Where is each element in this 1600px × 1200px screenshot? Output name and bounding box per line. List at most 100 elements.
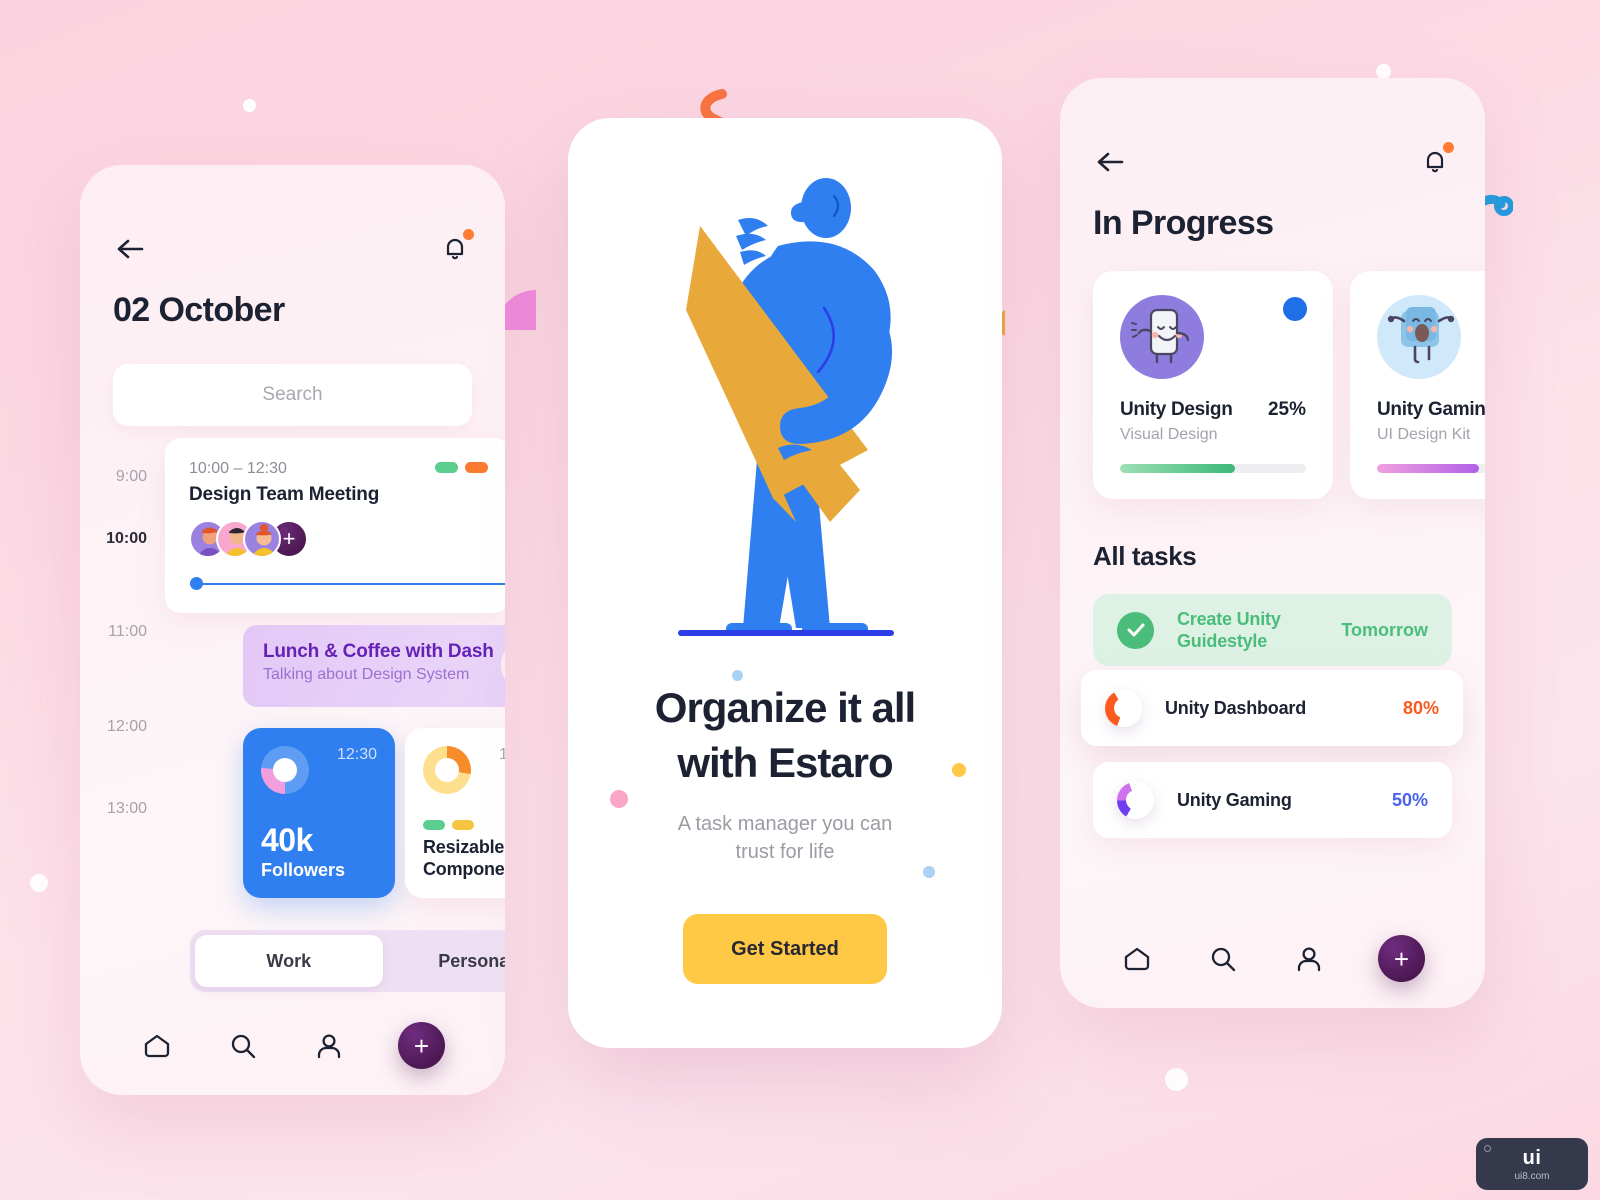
task-label: Unity Dashboard xyxy=(1165,697,1307,718)
search-input[interactable]: Search xyxy=(113,364,472,426)
bell-icon xyxy=(1426,151,1444,173)
donut-chart xyxy=(423,746,471,794)
segment-work[interactable]: Work xyxy=(195,935,383,987)
progress-bar-fill xyxy=(1120,464,1236,473)
lunch-subtitle: Talking about Design System xyxy=(263,666,470,683)
bg-dot xyxy=(1165,1068,1188,1091)
home-icon xyxy=(1124,947,1150,970)
decorative-dot xyxy=(952,763,966,777)
timeline-label-current: 10:00 xyxy=(106,530,147,547)
progress-card[interactable]: Unity Design 25% Visual Design xyxy=(1093,271,1333,499)
watermark-logo: ui xyxy=(1522,1146,1542,1169)
search-placeholder: Search xyxy=(262,384,323,405)
add-button[interactable]: + xyxy=(1378,935,1425,982)
subtitle-line2: trust for life xyxy=(735,841,835,864)
tab-home[interactable] xyxy=(140,1029,174,1063)
page-title: 02 October xyxy=(113,291,285,329)
tag-yellow xyxy=(452,820,474,830)
task-row[interactable]: Create Unity Guidestyle Tomorrow xyxy=(1093,594,1452,666)
watermark: ui ui8.com xyxy=(1476,1138,1588,1190)
notification-badge xyxy=(1443,142,1454,153)
segment-personal[interactable]: Personal xyxy=(383,935,505,987)
donut-chart xyxy=(1117,781,1154,819)
task-row[interactable]: Unity Gaming 50% xyxy=(1093,762,1452,838)
subtitle-line1: A task manager you can xyxy=(677,813,893,836)
tab-profile[interactable] xyxy=(1292,942,1326,976)
segmented-control[interactable]: Work Personal xyxy=(190,930,505,992)
timeline-label: 13:00 xyxy=(106,800,147,817)
timeline-label: 9:00 xyxy=(115,468,147,485)
singing-square-character-icon xyxy=(1377,295,1461,379)
lunch-title: Lunch & Coffee with Dash xyxy=(263,641,494,662)
progress-card[interactable]: Unity Gaming UI Design Kit xyxy=(1350,271,1485,499)
add-button-label: + xyxy=(1393,943,1410,974)
decorative-dot xyxy=(923,866,935,878)
progress-card-name: Unity Design xyxy=(1120,399,1233,420)
tab-profile[interactable] xyxy=(312,1029,346,1063)
phone3-header xyxy=(1060,134,1485,190)
stat-card-time: 12:30 xyxy=(336,746,377,763)
bell-icon xyxy=(446,238,464,260)
tab-search[interactable] xyxy=(226,1029,260,1063)
progress-bar xyxy=(1377,464,1485,473)
progress-card-percent: 25% xyxy=(1267,399,1306,420)
task-row[interactable]: Unity Dashboard 80% xyxy=(1081,670,1463,746)
task-meta: 50% xyxy=(1391,789,1428,810)
stat-label: Followers xyxy=(261,860,346,880)
decorative-dot xyxy=(610,790,628,808)
phone1-header xyxy=(80,221,505,277)
tab-home[interactable] xyxy=(1120,942,1154,976)
stat-value: 40k xyxy=(261,822,313,858)
notification-badge xyxy=(463,229,474,240)
bg-dot xyxy=(30,874,48,892)
bottom-tabbar: + xyxy=(80,1022,505,1069)
current-time-line xyxy=(190,583,505,585)
get-started-button[interactable]: Get Started xyxy=(683,914,887,985)
all-tasks-title: All tasks xyxy=(1093,541,1197,571)
stat-card-followers[interactable]: 12:30 40k Followers xyxy=(243,728,395,898)
tag-green xyxy=(423,820,445,830)
tag-orange xyxy=(465,462,488,473)
bottom-tabbar: + xyxy=(1060,935,1485,982)
back-button[interactable] xyxy=(1093,145,1127,179)
decorative-dot xyxy=(732,670,743,681)
progress-bar xyxy=(1120,464,1306,473)
bg-dot xyxy=(1376,64,1391,79)
add-participant-label: + xyxy=(282,526,296,551)
info-card-tags xyxy=(423,820,505,830)
arrow-left-icon xyxy=(117,239,143,259)
in-progress-card-list[interactable]: Unity Design 25% Visual Design Unity Gam… xyxy=(1060,271,1485,499)
bg-dot xyxy=(243,99,256,112)
headline-line1: Organize it all xyxy=(654,684,916,731)
timeline-label: 11:00 xyxy=(108,623,147,640)
info-card-components[interactable]: 13:30 Resizable Components xyxy=(405,728,505,898)
event-card-meeting[interactable]: 10:00 – 12:30 Design Team Meeting + xyxy=(165,438,505,613)
tab-search[interactable] xyxy=(1206,942,1240,976)
tag-green xyxy=(435,462,458,473)
phone-screen-calendar: 02 October Search 9:00 10:00 11:00 12:00… xyxy=(80,165,505,1095)
check-icon xyxy=(1117,611,1154,649)
phone-screen-tasks: In Progress Unity Design 25% Visual Desi… xyxy=(1060,78,1485,1008)
search-icon xyxy=(1211,947,1236,971)
profile-icon xyxy=(317,1033,341,1058)
hero-illustration-area xyxy=(568,118,1002,678)
task-label: Create Unity Guidestyle xyxy=(1177,608,1281,652)
donut-chart xyxy=(261,746,309,794)
search-icon xyxy=(231,1034,256,1058)
notifications-button[interactable] xyxy=(438,229,474,266)
add-button[interactable]: + xyxy=(398,1022,445,1069)
donut-chart xyxy=(1105,689,1142,727)
arrow-left-icon xyxy=(1097,152,1123,172)
info-card-time: 13:30 xyxy=(498,746,505,763)
task-label: Unity Gaming xyxy=(1177,789,1292,810)
status-dot xyxy=(1283,297,1307,321)
meeting-avatars[interactable]: + xyxy=(189,520,486,558)
progress-card-subtitle: Visual Design xyxy=(1120,426,1218,443)
back-button[interactable] xyxy=(113,232,147,266)
event-card-lunch[interactable]: Lunch & Coffee with Dash Talking about D… xyxy=(243,625,505,707)
watermark-url: ui8.com xyxy=(1514,1170,1550,1182)
meeting-title: Design Team Meeting xyxy=(189,484,380,505)
task-meta: Tomorrow xyxy=(1341,619,1428,640)
timeline-label: 12:00 xyxy=(106,718,147,735)
notifications-button[interactable] xyxy=(1418,142,1454,179)
